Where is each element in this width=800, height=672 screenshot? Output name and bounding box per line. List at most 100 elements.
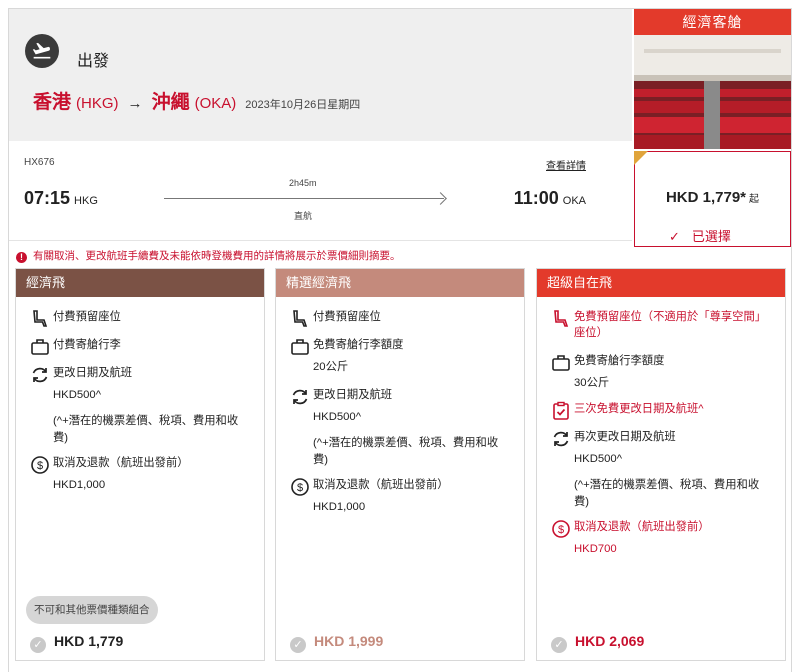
seat-text: 免費預留座位（不適用於「尊享空間」座位）: [574, 311, 767, 339]
cancel-text: 取消及退款（航班出發前）: [574, 521, 710, 533]
change-icon: [32, 367, 48, 383]
flight-path-arrow-icon: [164, 198, 444, 199]
arrival-time-value: 11:00: [513, 188, 559, 208]
fare-price: HKD 2,069: [575, 633, 645, 649]
refund-icon: $: [552, 520, 570, 538]
cabin-photo: [634, 35, 791, 149]
change-fee: HKD500^: [313, 411, 362, 423]
cancel-fee: HKD1,000: [53, 479, 106, 491]
cabin-price: HKD 1,779* 起: [635, 189, 790, 206]
change-icon: [292, 389, 308, 405]
origin-city: 香港: [33, 92, 72, 113]
seat-text: 付費預留座位: [313, 311, 381, 323]
flight-duration: 2h45m: [289, 178, 317, 188]
departure-time: 07:15 HKG: [24, 188, 98, 209]
change-text: 再次更改日期及航班: [574, 431, 676, 443]
arrival-time: 11:00 OKA: [514, 188, 586, 209]
check-circle-icon: ✓: [551, 637, 567, 653]
feature-cancel: $ 取消及退款（航班出發前） HKD1,000: [30, 455, 252, 493]
change-text: 更改日期及航班: [53, 367, 133, 379]
flight-type: 直航: [294, 211, 313, 221]
feature-baggage: 免費寄艙行李額度 20公斤: [290, 337, 512, 375]
selected-label: 已選擇: [691, 229, 731, 244]
feature-cancel: $ 取消及退款（航班出發前） HKD700: [551, 519, 773, 557]
fare-card-flex[interactable]: 超級自在飛 免費預留座位（不適用於「尊享空間」座位） 免費寄艙行李額度 30公斤…: [536, 268, 786, 661]
cancel-text: 取消及退款（航班出發前）: [313, 479, 449, 491]
seat-icon: [293, 310, 308, 327]
fare-price: HKD 1,999: [314, 633, 384, 649]
baggage-icon: [291, 339, 309, 355]
baggage-amount: 20公斤: [313, 361, 349, 373]
notice-text: 有關取消、更改航班手續費及未能依時登機費用的詳情將展示於票價細則摘要。: [33, 250, 401, 262]
baggage-text: 免費寄艙行李額度: [313, 339, 404, 351]
view-details-link[interactable]: 查看詳情: [546, 157, 586, 172]
feature-change: 再次更改日期及航班 HKD500^ (^+潛在的機票差價、稅項、費用和收費): [551, 429, 773, 511]
selected-indicator: ✓ 已選擇: [669, 226, 731, 245]
fare-name: 精選經濟飛: [276, 269, 524, 297]
feature-cancel: $ 取消及退款（航班出發前） HKD1,000: [290, 477, 512, 515]
cancel-fee: HKD700: [574, 543, 617, 555]
change-note: (^+潛在的機票差價、稅項、費用和收費): [574, 479, 760, 508]
fare-name: 經濟飛: [16, 269, 264, 297]
change-fee: HKD500^: [574, 453, 623, 465]
change-text: 更改日期及航班: [313, 389, 393, 401]
plane-takeoff-icon: [25, 34, 59, 68]
feature-baggage: 免費寄艙行李額度 30公斤: [551, 353, 773, 391]
departure-title: 出發: [77, 53, 110, 70]
refund-icon: $: [31, 456, 49, 474]
departure-header: 出發 香港 (HKG) → 沖繩 (OKA) 2023年10月26日星期四: [9, 9, 632, 141]
check-icon: ✓: [669, 229, 680, 244]
feature-seat: 付費預留座位: [290, 309, 512, 327]
feature-seat: 免費預留座位（不適用於「尊享空間」座位）: [551, 309, 773, 341]
cancel-text: 取消及退款（航班出發前）: [53, 457, 189, 469]
combination-badge: 不可和其他票價種類組合: [26, 596, 158, 624]
dest-city: 沖繩: [151, 92, 190, 113]
origin-code: (HKG): [76, 95, 119, 112]
departure-time-value: 07:15: [24, 188, 71, 208]
feature-change: 更改日期及航班 HKD500^ (^+潛在的機票差價、稅項、費用和收費): [290, 387, 512, 469]
seat-text: 付費預留座位: [53, 311, 121, 323]
svg-text:$: $: [37, 460, 43, 472]
baggage-text: 付費寄艙行李: [53, 339, 121, 351]
fare-select-option[interactable]: ✓ HKD 1,779: [30, 633, 123, 653]
refund-icon: $: [291, 478, 309, 496]
alert-icon: !: [16, 252, 27, 263]
change-icon: [553, 431, 569, 447]
flight-number: HX676: [24, 157, 55, 168]
svg-text:$: $: [297, 482, 303, 494]
feature-baggage: 付費寄艙行李: [30, 337, 252, 355]
change-note: (^+潛在的機票差價、稅項、費用和收費): [313, 437, 499, 466]
baggage-text: 免費寄艙行李額度: [574, 355, 665, 367]
baggage-icon: [31, 339, 49, 355]
route-arrow-icon: →: [127, 95, 143, 112]
fare-rules-notice: ! 有關取消、更改航班手續費及未能依時登機費用的詳情將展示於票價細則摘要。: [16, 248, 401, 263]
seat-icon: [33, 310, 48, 327]
dest-code: (OKA): [194, 95, 237, 112]
clipboard-check-icon: [553, 401, 569, 420]
corner-tag: [634, 151, 648, 165]
route-line: 香港 (HKG) → 沖繩 (OKA) 2023年10月26日星期四: [33, 87, 360, 114]
svg-text:$: $: [558, 524, 564, 536]
baggage-icon: [552, 355, 570, 371]
fare-card-economy[interactable]: 經濟飛 付費預留座位 付費寄艙行李 更改日期及航班 HKD500^ (^+潛在的…: [15, 268, 265, 661]
fare-select-option[interactable]: ✓ HKD 2,069: [551, 633, 644, 653]
seat-icon: [554, 310, 569, 327]
cabin-price-from: 起: [749, 194, 760, 205]
cabin-price-box[interactable]: HKD 1,779* 起 ✓ 已選擇: [634, 151, 791, 247]
arrival-code: OKA: [562, 195, 586, 207]
travel-date: 2023年10月26日星期四: [245, 99, 361, 111]
fare-card-economy-plus[interactable]: 精選經濟飛 付費預留座位 免費寄艙行李額度 20公斤 更改日期及航班 HKD50…: [275, 268, 525, 661]
cabin-title: 經濟客艙: [634, 9, 791, 35]
feature-free-change: 三次免費更改日期及航班^: [551, 401, 773, 420]
departure-code: HKG: [74, 195, 98, 207]
check-circle-icon: ✓: [290, 637, 306, 653]
baggage-amount: 30公斤: [574, 377, 610, 389]
flight-row: HX676 查看詳情 07:15 HKG 2h45m 直航 11:00 OKA: [9, 142, 632, 241]
free-change-text: 三次免費更改日期及航班^: [574, 403, 704, 415]
fare-name: 超級自在飛: [537, 269, 785, 297]
economy-cabin-panel[interactable]: 經濟客艙 HKD 1,779* 起 ✓ 已選擇: [634, 9, 791, 247]
cancel-fee: HKD1,000: [313, 501, 366, 513]
fare-price: HKD 1,779: [54, 633, 124, 649]
change-note: (^+潛在的機票差價、稅項、費用和收費): [53, 415, 239, 444]
fare-select-option[interactable]: ✓ HKD 1,999: [290, 633, 383, 653]
